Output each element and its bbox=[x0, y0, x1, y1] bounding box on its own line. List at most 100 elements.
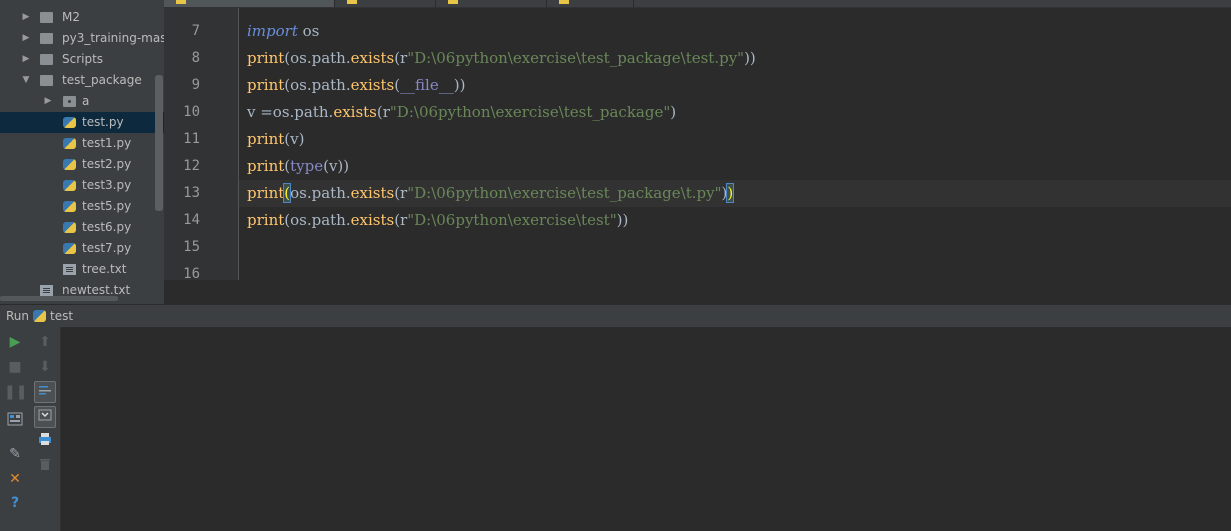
dump-threads-icon[interactable] bbox=[4, 411, 26, 433]
tree-item-label: test6.py bbox=[82, 220, 132, 234]
tree-item-test3-py[interactable]: test3.py bbox=[0, 175, 164, 196]
editor-tab[interactable] bbox=[335, 0, 436, 7]
code-token: (os.path. bbox=[284, 76, 351, 94]
pin-icon[interactable]: ✎ bbox=[4, 443, 26, 465]
chevron-down-icon[interactable]: ▼ bbox=[20, 70, 32, 91]
run-console-output[interactable] bbox=[61, 327, 1231, 531]
python-file-icon bbox=[559, 0, 569, 4]
code-line[interactable]: print(type(v)) bbox=[247, 153, 349, 180]
python-file-icon bbox=[63, 222, 76, 233]
python-file-icon bbox=[63, 117, 76, 128]
tree-item-label: test.py bbox=[82, 115, 124, 129]
line-number: 16 bbox=[183, 266, 200, 280]
code-token: (r bbox=[394, 184, 408, 202]
tree-vertical-scrollbar[interactable] bbox=[155, 75, 163, 211]
code-token: "D:\06python\exercise\test" bbox=[407, 211, 617, 229]
run-tool-header: Run test bbox=[0, 304, 1231, 327]
python-file-icon bbox=[63, 201, 76, 212]
tree-item-scripts[interactable]: ▶ Scripts bbox=[0, 49, 164, 70]
tree-item-tree-txt[interactable]: tree.txt bbox=[0, 259, 164, 280]
code-line[interactable]: print(os.path.exists(r"D:\06python\exerc… bbox=[247, 207, 628, 234]
python-file-icon bbox=[63, 243, 76, 254]
code-token: print bbox=[247, 76, 285, 94]
chevron-right-icon[interactable]: ▶ bbox=[42, 91, 54, 112]
python-file-icon bbox=[347, 0, 357, 4]
editor-tab-active[interactable] bbox=[164, 0, 335, 7]
code-token: )) bbox=[744, 49, 756, 67]
code-token: (r bbox=[376, 103, 390, 121]
code-line[interactable]: print(v) bbox=[247, 126, 304, 153]
tree-item-test2-py[interactable]: test2.py bbox=[0, 154, 164, 175]
tree-item-label: py3_training-mast bbox=[62, 31, 164, 45]
code-token: (v) bbox=[284, 130, 305, 148]
code-token: print bbox=[247, 157, 285, 175]
code-token: type bbox=[290, 157, 324, 175]
line-number: 10 bbox=[183, 104, 200, 120]
stop-icon[interactable]: ■ bbox=[4, 356, 26, 378]
code-token: ) bbox=[726, 183, 735, 203]
python-file-icon bbox=[63, 159, 76, 170]
code-editor[interactable]: 7 8 9 10 11 12 13 14 15 16 import os print(os.path… bbox=[164, 8, 1231, 280]
code-token: (os.path. bbox=[284, 49, 351, 67]
tree-item-label: Scripts bbox=[62, 52, 104, 66]
tree-item-py3-training-mast[interactable]: ▶ py3_training-mast bbox=[0, 28, 164, 49]
folder-icon bbox=[40, 54, 53, 65]
tree-item-label: test1.py bbox=[82, 136, 132, 150]
tree-horizontal-scrollbar[interactable] bbox=[0, 296, 118, 301]
line-number: 12 bbox=[183, 158, 200, 174]
tree-item-label: test5.py bbox=[82, 199, 132, 213]
code-line[interactable]: print(os.path.exists(r"D:\06python\exerc… bbox=[247, 45, 756, 72]
editor-tab[interactable] bbox=[436, 0, 547, 7]
tree-item-test-package[interactable]: ▼ test_package bbox=[0, 70, 164, 91]
code-token: __file__ bbox=[400, 76, 454, 94]
pause-icon[interactable]: ❚❚ bbox=[4, 381, 27, 403]
code-token: print bbox=[247, 211, 285, 229]
tree-item-m2[interactable]: ▶ M2 bbox=[0, 7, 164, 28]
chevron-right-icon[interactable]: ▶ bbox=[20, 49, 32, 70]
code-token: "D:\06python\exercise\test_package\t.py" bbox=[407, 184, 722, 202]
tree-item-label: a bbox=[82, 94, 90, 108]
code-token: exists bbox=[333, 103, 377, 121]
run-toolbar-left: ▶ ■ ❚❚ ✎ ✕ ? bbox=[0, 327, 30, 531]
tree-item-a[interactable]: ▶ a bbox=[0, 91, 164, 112]
tree-item-label: test_package bbox=[62, 73, 142, 87]
close-icon[interactable]: ✕ bbox=[4, 468, 26, 490]
code-token: os bbox=[297, 22, 320, 40]
code-token: )) bbox=[616, 211, 629, 229]
tree-item-test7-py[interactable]: test7.py bbox=[0, 238, 164, 259]
chevron-right-icon[interactable]: ▶ bbox=[20, 28, 32, 49]
line-number: 15 bbox=[183, 239, 200, 255]
tree-item-test5-py[interactable]: test5.py bbox=[0, 196, 164, 217]
folder-icon bbox=[63, 96, 76, 107]
code-token: (r bbox=[394, 211, 408, 229]
text-file-icon bbox=[40, 285, 53, 296]
code-token: exists bbox=[350, 184, 395, 202]
editor-tab[interactable] bbox=[547, 0, 634, 7]
code-token: )) bbox=[453, 76, 466, 94]
up-arrow-icon[interactable]: ⬆ bbox=[34, 331, 56, 353]
line-number: 8 bbox=[191, 50, 200, 66]
play-icon[interactable]: ▶ bbox=[4, 331, 26, 353]
print-icon[interactable] bbox=[34, 431, 56, 453]
soft-wrap-icon[interactable] bbox=[34, 381, 56, 403]
python-file-icon bbox=[448, 0, 458, 4]
folder-icon bbox=[40, 12, 53, 23]
code-line[interactable]: print(os.path.exists(r"D:\06python\exerc… bbox=[247, 180, 735, 207]
code-line[interactable]: print(os.path.exists(__file__)) bbox=[247, 72, 465, 99]
run-tab-test[interactable]: test bbox=[50, 309, 73, 323]
help-icon[interactable]: ? bbox=[4, 492, 26, 514]
code-line[interactable]: import os bbox=[247, 18, 319, 45]
code-line[interactable]: v =os.path.exists(r"D:\06python\exercise… bbox=[247, 99, 676, 126]
python-file-icon bbox=[63, 138, 76, 149]
trash-icon[interactable] bbox=[34, 456, 56, 478]
code-token: print bbox=[247, 184, 285, 202]
run-toolbar-right: ⬆ ⬇ bbox=[30, 327, 61, 531]
tree-item-test-py[interactable]: test.py bbox=[0, 112, 164, 133]
down-arrow-icon[interactable]: ⬇ bbox=[34, 356, 56, 378]
line-number: 13 bbox=[183, 185, 200, 201]
tree-item-test6-py[interactable]: test6.py bbox=[0, 217, 164, 238]
chevron-right-icon[interactable]: ▶ bbox=[20, 7, 32, 28]
scroll-to-end-icon[interactable] bbox=[34, 406, 56, 428]
line-number: 7 bbox=[191, 23, 200, 39]
tree-item-test1-py[interactable]: test1.py bbox=[0, 133, 164, 154]
